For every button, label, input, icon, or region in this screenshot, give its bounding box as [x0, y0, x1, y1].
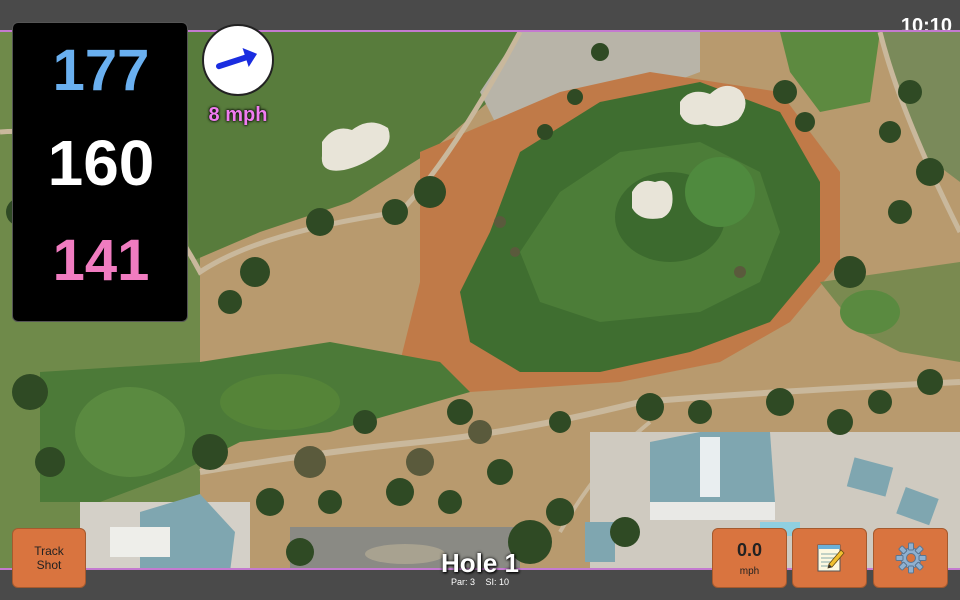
wind-direction-indicator	[202, 24, 274, 96]
hole-title: Hole 1	[440, 548, 520, 578]
notepad-icon	[817, 544, 845, 572]
distance-back: 177	[52, 38, 150, 103]
distance-front: 141	[52, 228, 150, 293]
distance-middle: 160	[47, 127, 155, 199]
wind-arrow-icon	[215, 48, 258, 70]
track-shot-button[interactable]: Track Shot	[12, 528, 86, 588]
track-shot-label-line2: Shot	[36, 558, 62, 572]
hole-info: Par: 3 SI: 10	[380, 577, 580, 587]
speed-value: 0.0	[736, 539, 763, 560]
wind-speed: 8 mph	[208, 104, 268, 126]
track-shot-label-line1: Track	[34, 544, 64, 558]
settings-button[interactable]	[873, 528, 948, 588]
speed-button[interactable]: 0.0 mph	[712, 528, 787, 588]
hole-par: Par: 3	[450, 577, 475, 587]
notes-button[interactable]	[792, 528, 867, 588]
distance-panel: 177 160 141	[12, 22, 188, 322]
hole-stroke-index: SI: 10	[485, 577, 510, 587]
gear-icon	[895, 542, 926, 574]
speed-unit: mph	[739, 565, 760, 577]
